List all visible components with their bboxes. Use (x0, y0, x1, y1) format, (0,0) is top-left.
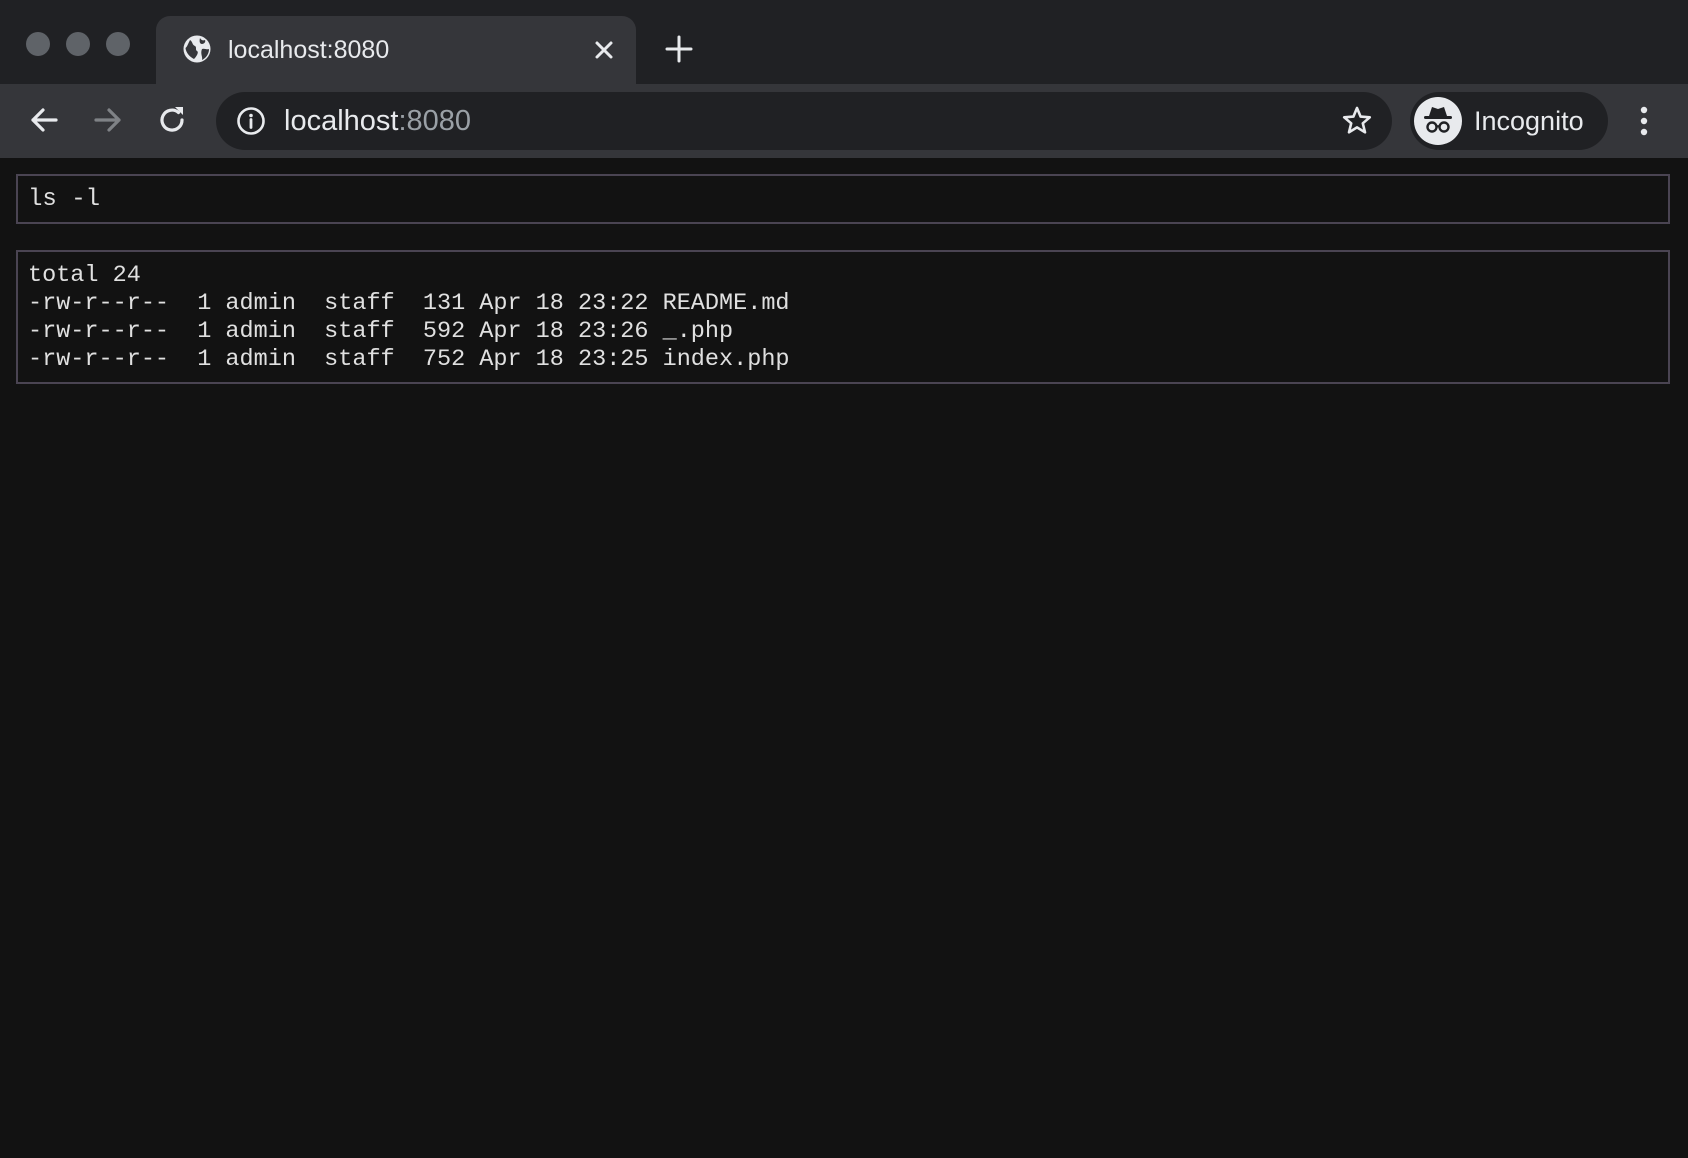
star-icon[interactable] (1340, 104, 1374, 138)
close-icon[interactable] (590, 36, 618, 64)
output-line: -rw-r--r-- 1 admin staff 592 Apr 18 23:2… (28, 318, 734, 345)
profile-label: Incognito (1474, 106, 1584, 136)
browser-window: localhost:8080 localhost:8080 Incognito … (0, 0, 1688, 1158)
globe-icon (183, 35, 211, 63)
toolbar: localhost:8080 Incognito (0, 84, 1688, 158)
tab-title: localhost:8080 (228, 36, 390, 64)
window-minimize-button[interactable] (66, 32, 90, 56)
command-input[interactable] (16, 174, 1670, 224)
arrow-right-icon[interactable] (90, 102, 126, 138)
url-text[interactable]: localhost:8080 (284, 105, 471, 137)
output-line: total 24 (28, 262, 141, 289)
output-line: -rw-r--r-- 1 admin staff 752 Apr 18 23:2… (28, 346, 790, 373)
plus-icon[interactable] (664, 34, 694, 64)
address-bar[interactable]: localhost:8080 (216, 92, 1392, 150)
avatar (1414, 97, 1462, 145)
kebab-menu-icon[interactable] (1628, 102, 1660, 140)
info-icon[interactable] (236, 106, 266, 136)
command-output: total 24 -rw-r--r-- 1 admin staff 131 Ap… (16, 250, 1670, 384)
url-host: localhost (284, 105, 399, 137)
window-close-button[interactable] (26, 32, 50, 56)
incognito-icon (1424, 107, 1452, 133)
page-content: total 24 -rw-r--r-- 1 admin staff 131 Ap… (0, 158, 1688, 1158)
arrow-left-icon[interactable] (26, 102, 62, 138)
output-line: -rw-r--r-- 1 admin staff 131 Apr 18 23:2… (28, 290, 790, 317)
profile-button[interactable]: Incognito (1410, 92, 1608, 150)
reload-icon[interactable] (154, 102, 190, 138)
url-port: :8080 (398, 105, 472, 137)
tab-active[interactable]: localhost:8080 (156, 16, 636, 84)
tab-strip: localhost:8080 (0, 0, 1688, 84)
window-zoom-button[interactable] (106, 32, 130, 56)
